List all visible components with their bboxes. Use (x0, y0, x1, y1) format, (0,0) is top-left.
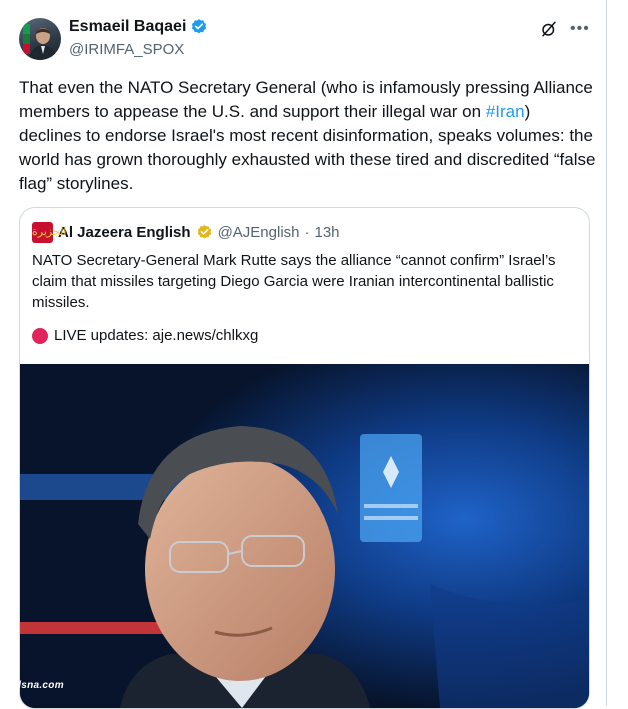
quoted-author-name[interactable]: Al Jazeera English (58, 224, 191, 241)
hashtag-link[interactable]: #Iran (486, 102, 525, 121)
avatar[interactable] (19, 18, 61, 60)
author-display-name[interactable]: Esmaeil Baqaei (69, 18, 186, 36)
post-card: Esmaeil Baqaei @IRIMFA_SPOX ••• That eve… (0, 0, 607, 709)
red-circle-icon (32, 327, 48, 344)
post-text: That even the NATO Secretary General (wh… (19, 76, 597, 196)
more-options-icon[interactable]: ••• (570, 20, 590, 38)
verified-badge-icon (190, 18, 208, 36)
al-jazeera-logo-icon: الجزيرة (32, 222, 67, 243)
quoted-author-handle[interactable]: @AJEnglish (218, 224, 300, 241)
separator-dot: · (304, 224, 310, 241)
grok-icon[interactable] (540, 20, 558, 38)
author-handle[interactable]: @IRIMFA_SPOX (69, 41, 184, 58)
verified-org-badge-icon (196, 224, 213, 241)
live-updates-link[interactable]: LIVE updates: aje.news/chlkxg (54, 327, 258, 344)
quoted-timestamp[interactable]: 13h (315, 224, 340, 241)
quoted-post[interactable]: الجزيرة Al Jazeera English @AJEnglish · … (19, 207, 590, 709)
quoted-post-image[interactable] (20, 364, 589, 708)
quoted-post-text: NATO Secretary-General Mark Rutte says t… (32, 252, 556, 311)
site-watermark: qodsna.com (2, 680, 64, 691)
al-jazeera-logo-text: الجزيرة (32, 226, 67, 238)
